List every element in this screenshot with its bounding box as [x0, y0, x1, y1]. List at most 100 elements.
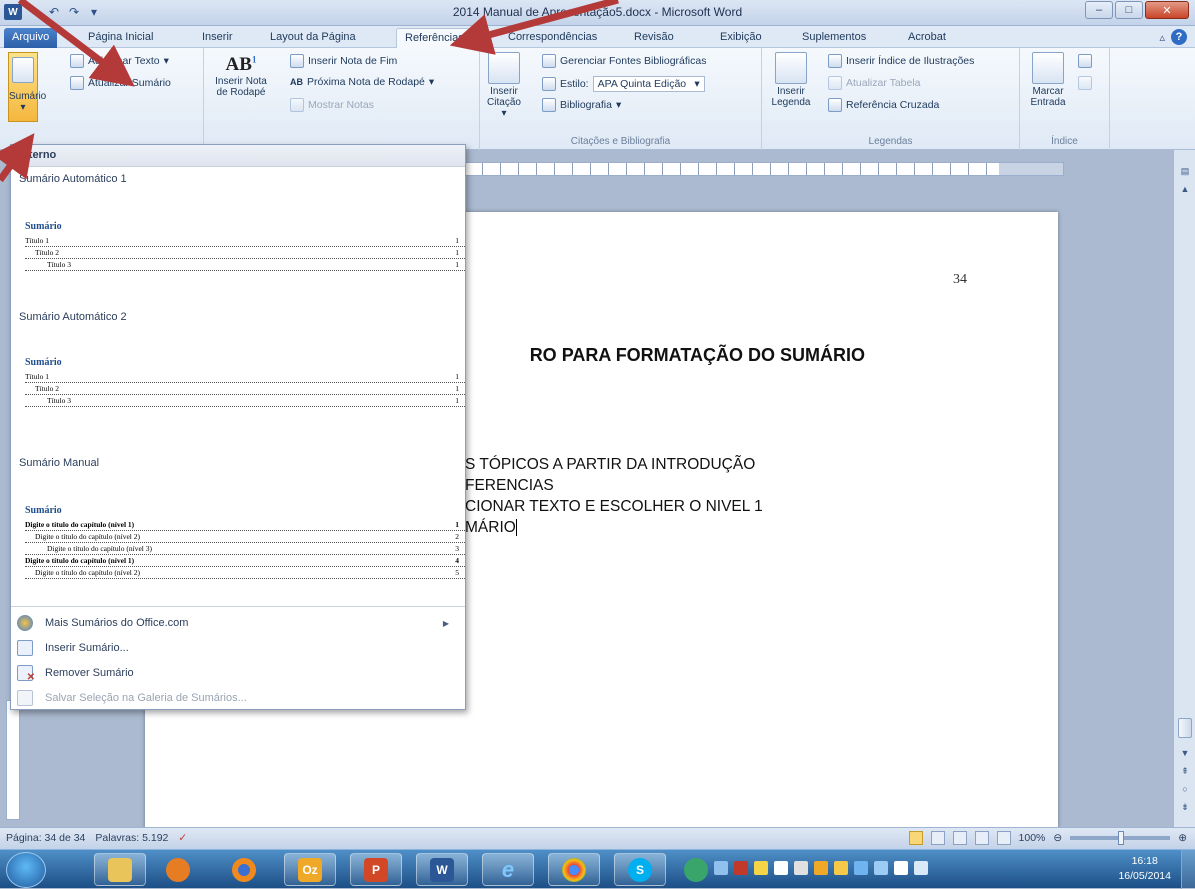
tray-icon[interactable] [854, 861, 868, 875]
estilo-select[interactable]: APA Quinta Edição ▾ [592, 76, 705, 92]
zoom-in-icon[interactable]: ⊕ [1178, 832, 1187, 844]
vertical-ruler[interactable] [6, 700, 20, 820]
atualizar-sumario-button[interactable]: Atualizar Sumário [70, 76, 171, 90]
gallery-item-auto-2[interactable]: Sumário Automático 2 Sumário Título 1 1 T… [11, 311, 465, 445]
gallery-item-manual[interactable]: Sumário Manual Sumário Digite o título d… [11, 457, 465, 603]
web-layout-view-icon[interactable] [952, 831, 967, 845]
tray-icon[interactable] [814, 861, 828, 875]
document-line-2: FERENCIAS [465, 477, 554, 494]
gerenciar-fontes-button[interactable]: Gerenciar Fontes Bibliográficas [542, 54, 706, 68]
close-icon[interactable]: ✕ [1145, 1, 1189, 19]
taskbar-powerpoint[interactable]: P [350, 853, 402, 886]
taskbar-skype[interactable]: S [614, 853, 666, 886]
maximize-icon[interactable]: □ [1115, 1, 1143, 19]
remover-sumario-label: Remover Sumário [45, 667, 134, 679]
tray-icon[interactable] [834, 861, 848, 875]
previous-page-icon[interactable]: ⇞ [1178, 766, 1192, 780]
chevron-down-icon: ▾ [694, 78, 700, 90]
taskbar-word[interactable]: W [416, 853, 468, 886]
help-icon[interactable]: ? [1171, 29, 1187, 45]
network-icon[interactable] [874, 861, 888, 875]
taskbar-outlook[interactable]: Oz [284, 853, 336, 886]
tray-icon[interactable] [754, 861, 768, 875]
word-count[interactable]: Palavras: 5.192 [95, 832, 168, 844]
remover-sumario-item[interactable]: ✕ Remover Sumário [17, 665, 134, 683]
inserir-legenda-button[interactable]: Inserir Legenda [768, 52, 814, 108]
taskbar-chrome[interactable] [548, 853, 600, 886]
help-area: ▵ ? [1159, 29, 1187, 45]
flag-icon[interactable] [894, 861, 908, 875]
horizontal-ruler[interactable] [464, 162, 1064, 176]
clock[interactable]: 16:18 16/05/2014 [1118, 854, 1171, 884]
citations-group-label: Citações e Bibliografia [570, 136, 671, 147]
taskbar-other[interactable] [680, 853, 712, 886]
ruler-toggle-icon[interactable]: ▤ [1178, 166, 1192, 180]
proxima-nota-button[interactable]: AB Próxima Nota de Rodapé ▾ [290, 76, 434, 88]
outline-view-icon[interactable] [974, 831, 989, 845]
proxima-nota-label: Próxima Nota de Rodapé [307, 76, 425, 88]
sumario-label: Sumário [9, 91, 47, 102]
proofing-icon[interactable]: ✓ [178, 832, 187, 844]
mostrar-notas-button[interactable]: Mostrar Notas [290, 98, 374, 112]
inserir-nota-rodape-button[interactable]: AB1 Inserir Nota de Rodapé [210, 54, 272, 98]
vertical-scrollbar[interactable]: ▤ ▲ ▼ ⇞ ○ ⇟ [1173, 150, 1195, 827]
tab-addins[interactable]: Suplementos [794, 28, 874, 48]
clock-time: 16:18 [1131, 855, 1158, 867]
insert-index-button[interactable] [1078, 54, 1092, 68]
tray-icon[interactable] [794, 861, 808, 875]
scroll-up-icon[interactable]: ▲ [1178, 184, 1192, 198]
tab-review[interactable]: Revisão [626, 28, 682, 48]
scroll-down-icon[interactable]: ▼ [1178, 748, 1192, 762]
minimize-ribbon-icon[interactable]: ▵ [1159, 31, 1165, 44]
gallery-item-auto-1[interactable]: Sumário Automático 1 Sumário Título 1 1 T… [11, 167, 465, 297]
scroll-thumb[interactable] [1178, 718, 1192, 738]
tab-home[interactable]: Página Inicial [80, 28, 161, 48]
full-screen-view-icon[interactable] [930, 831, 945, 845]
taskbar-media[interactable] [152, 853, 204, 886]
adicionar-texto-button[interactable]: Adicionar Texto ▾ [70, 54, 169, 68]
tab-file[interactable]: Arquivo [4, 28, 58, 48]
refresh-icon [70, 76, 84, 90]
add-text-icon [70, 54, 84, 68]
next-page-icon[interactable]: ⇟ [1178, 802, 1192, 816]
tab-view[interactable]: Exibição [712, 28, 770, 48]
salvar-selecao-item[interactable]: Salvar Seleção na Galeria de Sumários... [17, 690, 247, 706]
page-indicator[interactable]: Página: 34 de 34 [6, 832, 85, 844]
tray-icon[interactable] [714, 861, 728, 875]
bibliografia-button[interactable]: Bibliografia ▾ [542, 98, 621, 112]
show-desktop-button[interactable] [1181, 850, 1195, 889]
taskbar-explorer[interactable] [94, 853, 146, 886]
marcar-entrada-button[interactable]: Marcar Entrada [1026, 52, 1070, 108]
volume-icon[interactable] [914, 861, 928, 875]
draft-view-icon[interactable] [996, 831, 1011, 845]
tab-mailings[interactable]: Correspondências [500, 28, 605, 48]
zoom-thumb[interactable] [1118, 831, 1125, 845]
taskbar-ie[interactable]: e [482, 853, 534, 886]
tab-layout[interactable]: Layout da Página [262, 28, 364, 48]
tab-insert[interactable]: Inserir [194, 28, 241, 48]
start-button[interactable] [6, 852, 46, 888]
print-layout-view-icon[interactable] [908, 831, 923, 845]
zoom-level[interactable]: 100% [1019, 832, 1046, 844]
referencia-cruzada-button[interactable]: Referência Cruzada [828, 98, 939, 112]
zoom-out-icon[interactable]: ⊖ [1053, 832, 1062, 844]
mais-sumarios-item[interactable]: Mais Sumários do Office.com ▶ [17, 615, 457, 631]
inserir-indice-ilustracoes-button[interactable]: Inserir Índice de Ilustrações [828, 54, 974, 68]
zoom-slider[interactable] [1070, 831, 1171, 845]
tab-acrobat[interactable]: Acrobat [900, 28, 954, 48]
inserir-nota-fim-button[interactable]: Inserir Nota de Fim [290, 54, 397, 68]
sumario-button[interactable]: Sumário ▾ [8, 52, 47, 122]
atualizar-tabela-button[interactable]: Atualizar Tabela [828, 76, 921, 90]
tab-references[interactable]: Referências [396, 28, 473, 48]
minimize-icon[interactable]: – [1085, 1, 1113, 19]
inserir-sumario-item[interactable]: Inserir Sumário... [17, 640, 129, 656]
inserir-citacao-button[interactable]: Inserir Citação ▾ [484, 52, 524, 119]
browse-object-icon[interactable]: ○ [1178, 784, 1192, 798]
tray-icon[interactable] [774, 861, 788, 875]
update-index-button[interactable] [1078, 76, 1092, 90]
mostrar-notas-label: Mostrar Notas [308, 99, 374, 111]
taskbar-firefox[interactable] [218, 853, 270, 886]
tray-icon[interactable] [734, 861, 748, 875]
preview-row-num: 1 [455, 236, 459, 245]
outlook-icon: Oz [298, 857, 322, 882]
